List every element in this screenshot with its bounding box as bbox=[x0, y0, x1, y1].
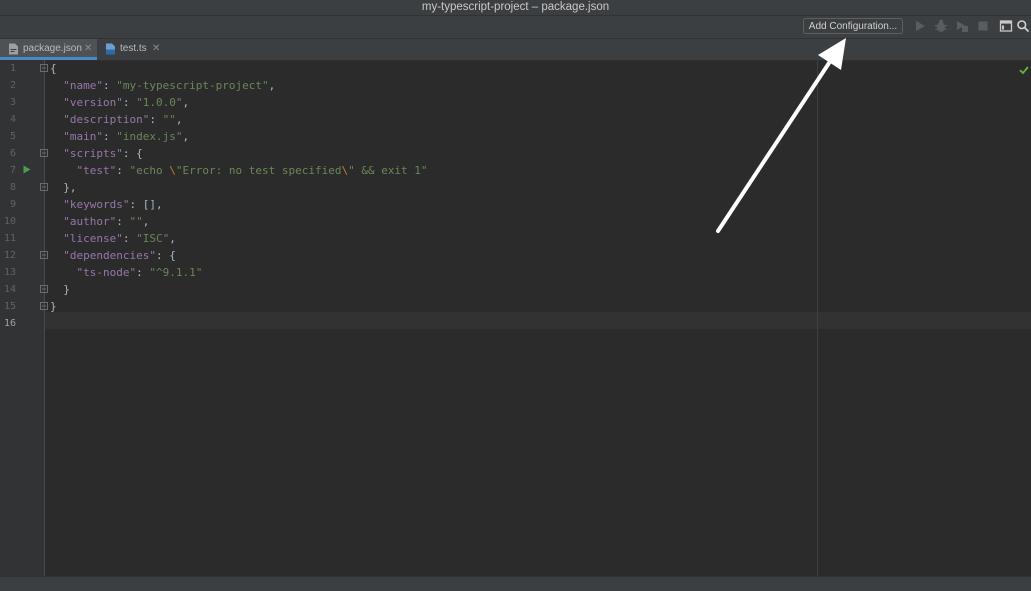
code-line: } bbox=[50, 300, 57, 313]
line-number: 2 bbox=[9, 80, 16, 91]
line-number: 6 bbox=[9, 148, 16, 159]
window-title: my-typescript-project – package.json bbox=[0, 0, 1031, 15]
code-line: "version": "1.0.0", bbox=[63, 96, 190, 109]
json-file-icon bbox=[9, 43, 18, 55]
line-number: 1 bbox=[9, 63, 16, 74]
line-number: 13 bbox=[3, 267, 16, 278]
run-test-icon[interactable] bbox=[23, 165, 31, 174]
line-number: 3 bbox=[9, 97, 16, 108]
tab-package-json[interactable]: package.json ✕ bbox=[0, 39, 97, 60]
debug-icon[interactable] bbox=[934, 19, 948, 33]
line-number-gutter: 1 2 3 4 5 6 7 8 9 10 11 12 13 14 15 16 bbox=[0, 60, 48, 576]
inspection-ok-icon[interactable] bbox=[1019, 65, 1029, 75]
right-margin-guide bbox=[817, 60, 818, 576]
typescript-file-icon bbox=[106, 43, 115, 55]
tab-label: test.ts bbox=[120, 43, 147, 54]
code-line: "keywords": [], bbox=[63, 198, 163, 211]
line-number: 15 bbox=[3, 301, 16, 312]
code-line: "license": "ISC", bbox=[63, 232, 176, 245]
line-number: 9 bbox=[9, 199, 16, 210]
search-icon[interactable] bbox=[1016, 19, 1030, 33]
current-line-highlight bbox=[45, 312, 1031, 329]
line-number: 12 bbox=[3, 250, 16, 261]
code-line: "description": "", bbox=[63, 113, 183, 126]
tab-test-ts[interactable]: test.ts ✕ bbox=[97, 39, 165, 60]
main-toolbar: Add Configuration... bbox=[0, 15, 1031, 39]
status-bar bbox=[0, 576, 1031, 591]
code-line: { bbox=[50, 62, 57, 75]
editor-tab-bar: package.json ✕ test.ts ✕ bbox=[0, 39, 1031, 61]
stop-icon[interactable] bbox=[976, 19, 990, 33]
tab-label: package.json bbox=[23, 43, 82, 54]
code-line: }, bbox=[50, 181, 77, 194]
line-number: 7 bbox=[9, 165, 16, 176]
line-number: 8 bbox=[9, 182, 16, 193]
coverage-icon[interactable] bbox=[955, 19, 969, 33]
code-line: "dependencies": { bbox=[63, 249, 176, 262]
run-icon[interactable] bbox=[913, 19, 927, 33]
code-line: "name": "my-typescript-project", bbox=[63, 79, 276, 92]
code-editor[interactable]: { "name": "my-typescript-project", "vers… bbox=[45, 60, 1031, 576]
code-line: } bbox=[50, 283, 70, 296]
line-number: 14 bbox=[3, 284, 16, 295]
line-number: 11 bbox=[3, 233, 16, 244]
layout-icon[interactable] bbox=[999, 19, 1013, 33]
line-number-current: 16 bbox=[3, 318, 16, 329]
close-icon[interactable]: ✕ bbox=[84, 39, 92, 59]
code-line: "scripts": { bbox=[63, 147, 143, 160]
code-line: "test": "echo \"Error: no test specified… bbox=[76, 164, 428, 177]
line-number: 5 bbox=[9, 131, 16, 142]
line-number: 4 bbox=[9, 114, 16, 125]
close-icon[interactable]: ✕ bbox=[152, 39, 160, 59]
line-number: 10 bbox=[3, 216, 16, 227]
add-configuration-button[interactable]: Add Configuration... bbox=[803, 18, 903, 34]
code-line: "main": "index.js", bbox=[63, 130, 190, 143]
code-line: "ts-node": "^9.1.1" bbox=[76, 266, 203, 279]
code-line: "author": "", bbox=[63, 215, 150, 228]
